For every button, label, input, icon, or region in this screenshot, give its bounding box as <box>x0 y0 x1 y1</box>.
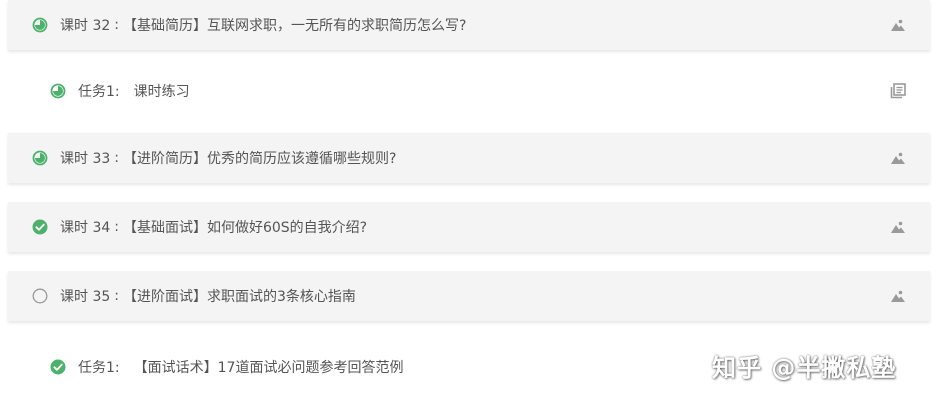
lesson-row-33[interactable]: 课时 33 : 【进阶简历】优秀的简历应该遵循哪些规则? <box>8 133 930 183</box>
task-label: 任务1: <box>78 84 120 100</box>
task-title: 课时练习 <box>133 84 190 100</box>
lesson-title: 【基础简历】互联网求职，一无所有的求职简历怎么写? <box>122 18 467 34</box>
separator: : <box>114 219 119 235</box>
lesson-row-34[interactable]: 课时 34 : 【基础面试】如何做好60S的自我介绍? <box>8 202 930 252</box>
task-row-exercise[interactable]: 任务1: 课时练习 <box>8 66 930 116</box>
lesson-row-35[interactable]: 课时 35 : 【进阶面试】求职面试的3条核心指南 <box>8 271 930 321</box>
progress-partial-icon <box>50 83 66 99</box>
image-icon <box>890 288 906 304</box>
lesson-number: 课时 34 <box>60 220 111 236</box>
separator: : <box>114 150 119 166</box>
image-icon <box>890 17 906 33</box>
task-title: 【面试话术】17道面试必问题参考回答范例 <box>133 360 404 376</box>
image-icon <box>890 219 906 235</box>
lesson-number: 课时 35 <box>60 289 111 305</box>
image-icon <box>890 150 906 166</box>
exercise-icon <box>890 83 906 99</box>
lesson-title: 【进阶面试】求职面试的3条核心指南 <box>122 289 356 305</box>
zhihu-watermark: 知乎 @半撇私塾 <box>712 354 897 382</box>
progress-partial-icon <box>32 17 48 33</box>
lesson-row-32[interactable]: 课时 32 : 【基础简历】互联网求职，一无所有的求职简历怎么写? <box>8 0 930 50</box>
progress-partial-icon <box>32 150 48 166</box>
separator: : <box>114 17 119 33</box>
task-label: 任务1: <box>78 360 120 376</box>
lesson-title: 【基础面试】如何做好60S的自我介绍? <box>122 220 368 236</box>
lesson-title: 【进阶简历】优秀的简历应该遵循哪些规则? <box>122 151 397 167</box>
not-started-circle-icon <box>32 288 48 304</box>
lesson-number: 课时 33 <box>60 151 111 167</box>
completed-check-icon <box>32 219 48 235</box>
lesson-number: 课时 32 <box>60 18 111 34</box>
separator: : <box>114 288 119 304</box>
completed-check-icon <box>50 359 66 375</box>
